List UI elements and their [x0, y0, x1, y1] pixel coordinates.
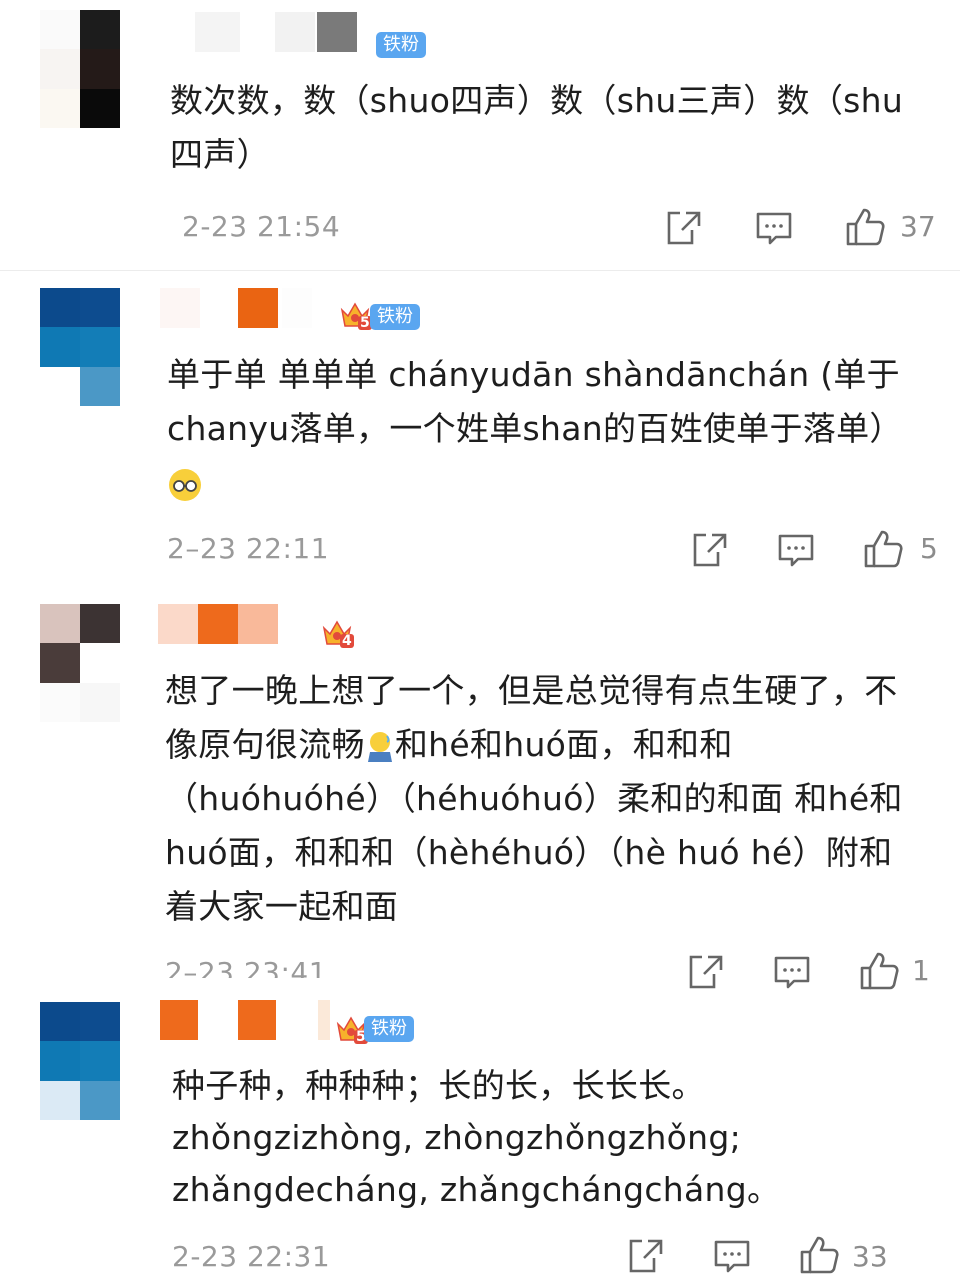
crown-level: 4	[340, 633, 354, 649]
glasses-emoji-icon	[167, 467, 203, 503]
timestamp: 2-23 22:31	[172, 1240, 331, 1273]
comment-3: 4 想了一晚上想了一个，但是总觉得有点生硬了，不像原句很流畅 和hé和huó面，和…	[0, 596, 960, 996]
like-count: 33	[852, 1240, 888, 1273]
thumbs-up-icon[interactable]	[862, 528, 903, 568]
timestamp: 2–23 22:11	[167, 532, 330, 565]
username[interactable]	[160, 1000, 340, 1040]
thumbs-up-icon[interactable]	[798, 1234, 839, 1274]
share-icon[interactable]	[690, 530, 730, 570]
like-count: 1	[912, 954, 930, 987]
avatar[interactable]	[40, 288, 120, 406]
divider	[0, 270, 960, 271]
comment-icon[interactable]	[776, 530, 816, 570]
thumbs-up-icon[interactable]	[858, 950, 899, 990]
fan-badge: 铁粉	[376, 32, 426, 58]
fan-badge: 铁粉	[364, 1016, 414, 1042]
crown-badge: 5	[334, 1012, 368, 1046]
username[interactable]	[160, 288, 340, 328]
comment-4: 5 铁粉 种子种，种种种；长的长，长长长。 zhǒngzizhòng, zhòn…	[0, 996, 960, 1280]
avatar[interactable]	[40, 604, 120, 722]
avatar[interactable]	[40, 1002, 120, 1120]
share-icon[interactable]	[626, 1236, 666, 1276]
timestamp: 2–23 23:41	[165, 956, 328, 978]
comment-text-body: 单于单 单单单 chányudān shàndānchán (单于chanyu落…	[167, 355, 903, 448]
comment-icon[interactable]	[772, 952, 812, 992]
share-icon[interactable]	[664, 208, 704, 248]
comment-icon[interactable]	[712, 1236, 752, 1276]
comment-1: 铁粉 数次数，数（shuo四声）数（shu三声）数（shu四声） 2-23 21…	[0, 0, 960, 270]
comment-2: 5 铁粉 单于单 单单单 chányudān shàndānchán (单于ch…	[0, 278, 960, 588]
comment-text: 数次数，数（shuo四声）数（shu三声）数（shu四声）	[170, 81, 904, 174]
username[interactable]	[195, 12, 365, 52]
timestamp: 2-23 21:54	[182, 210, 341, 243]
comment-text: 想了一晚上想了一个，但是总觉得有点生硬了，不像原句很流畅 和hé和huó面，和和和…	[165, 664, 925, 934]
crown-badge: 4	[320, 616, 354, 650]
comment-text: 单于单 单单单 chányudān shàndānchán (单于chanyu落…	[167, 348, 927, 510]
avatar[interactable]	[40, 10, 120, 128]
crown-badge: 5	[338, 298, 372, 332]
like-count: 37	[900, 210, 936, 243]
comment-text: 种子种，种种种；长的长，长长长。 zhǒngzizhòng, zhòngzhǒn…	[172, 1066, 781, 1209]
thumbs-up-icon[interactable]	[844, 206, 885, 246]
sweat-emoji-icon	[365, 730, 395, 764]
username[interactable]	[158, 604, 288, 644]
like-count: 5	[920, 532, 938, 565]
fan-badge: 铁粉	[370, 304, 420, 330]
share-icon[interactable]	[686, 952, 726, 992]
comment-icon[interactable]	[754, 208, 794, 248]
